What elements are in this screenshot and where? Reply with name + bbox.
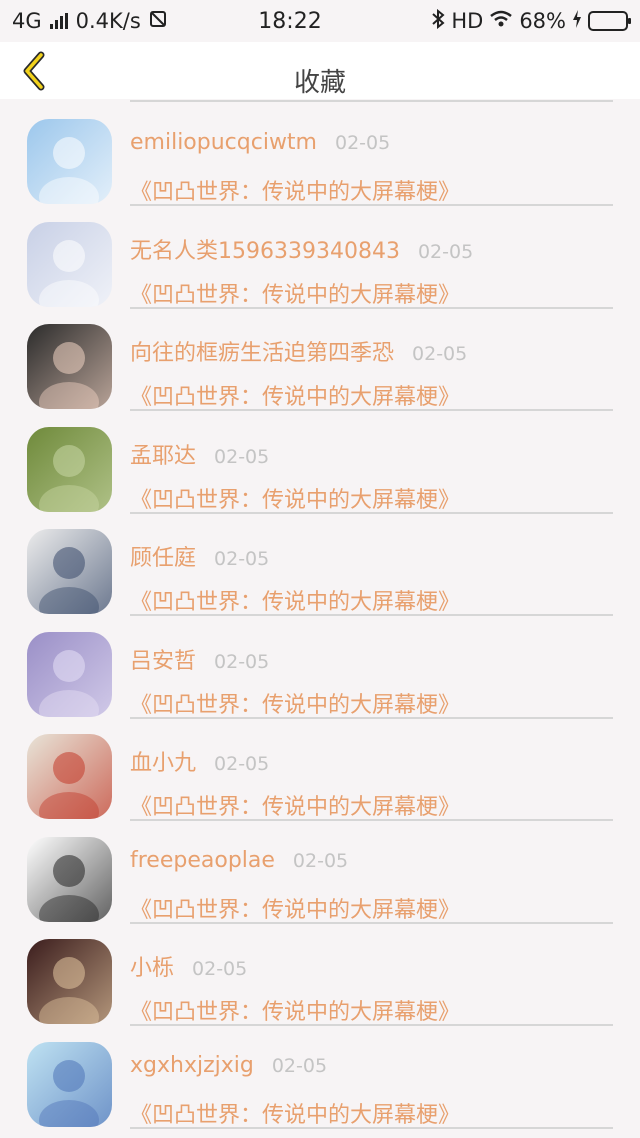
battery-icon [588, 11, 631, 31]
post-title[interactable]: 《凹凸世界：传说中的大屏幕梗》 [130, 687, 460, 719]
date: 02-05 [192, 958, 248, 980]
divider [130, 511, 613, 514]
avatar[interactable] [27, 529, 112, 614]
post-title[interactable]: 《凹凸世界：传说中的大屏幕梗》 [130, 174, 460, 206]
avatar[interactable] [27, 426, 112, 512]
favorites-list: 《凹凸世界：传说中的大屏幕梗》 emiliopucqciwtm 02-05 《凹… [0, 12, 640, 1138]
divider [130, 819, 613, 821]
bluetooth-icon [431, 8, 445, 34]
date: 02-05 [417, 240, 474, 263]
back-button[interactable] [14, 50, 54, 92]
post-title[interactable]: 《凹凸世界：传说中的大屏幕梗》 [130, 892, 460, 924]
avatar[interactable] [27, 221, 112, 307]
username: freepeaoplae [130, 847, 275, 873]
divider [130, 1024, 613, 1026]
post-title[interactable]: 《凹凸世界：传说中的大屏幕梗》 [130, 584, 460, 616]
avatar[interactable] [27, 939, 112, 1024]
date: 02-05 [214, 650, 270, 673]
post-title[interactable]: 《凹凸世界：传说中的大屏幕梗》 [130, 789, 460, 821]
username: 孟耶达 [130, 443, 197, 469]
post-title[interactable]: 《凹凸世界：传说中的大屏幕梗》 [130, 482, 460, 514]
signal-icon [49, 13, 68, 29]
avatar[interactable] [27, 1041, 112, 1127]
list-item[interactable]: freepeaoplae 02-05 《凹凸世界：传说中的大屏幕梗》 [0, 830, 640, 933]
divider [130, 306, 613, 309]
no-sim-icon [149, 9, 167, 33]
list-item[interactable]: xgxhxjzjxig 02-05 《凹凸世界：传说中的大屏幕梗》 [0, 1035, 640, 1138]
avatar[interactable] [27, 631, 112, 717]
post-title[interactable]: 《凹凸世界：传说中的大屏幕梗》 [130, 1097, 460, 1129]
date: 02-05 [214, 548, 270, 570]
avatar[interactable] [27, 324, 112, 409]
list-item[interactable]: 无名人类1596339340843 02-05 《凹凸世界：传说中的大屏幕梗》 [0, 215, 640, 318]
post-title[interactable]: 《凹凸世界：传说中的大屏幕梗》 [130, 379, 460, 411]
divider [130, 716, 613, 719]
page-title: 收藏 [293, 68, 346, 98]
username: 无名人类1596339340843 [130, 238, 400, 264]
list-item[interactable]: 吕安哲 02-05 《凹凸世界：传说中的大屏幕梗》 [0, 625, 640, 728]
hd-label: HD [451, 9, 484, 33]
divider [130, 204, 613, 206]
wifi-icon [489, 9, 513, 33]
clock: 18:22 [258, 8, 322, 34]
username: 小栎 [130, 956, 175, 981]
username: 吕安哲 [130, 648, 197, 674]
charging-icon [572, 9, 582, 33]
divider [130, 614, 613, 616]
username: 向往的框疬生活迫第四季恐 [130, 341, 395, 366]
network-speed: 0.4K/s [75, 9, 141, 33]
divider [130, 921, 613, 924]
date: 02-05 [214, 753, 270, 775]
date: 02-05 [412, 343, 468, 365]
divider [130, 1126, 613, 1129]
list-item[interactable]: emiliopucqciwtm 02-05 《凹凸世界：传说中的大屏幕梗》 [0, 112, 640, 215]
date: 02-05 [271, 1054, 328, 1077]
post-title[interactable]: 《凹凸世界：传说中的大屏幕梗》 [130, 277, 460, 309]
status-bar: 4G 0.4K/s 18:22 HD 68% [0, 0, 640, 42]
date: 02-05 [214, 445, 270, 468]
username: 顾任庭 [130, 546, 197, 571]
username: emiliopucqciwtm [130, 130, 317, 155]
list-item[interactable]: 小栎 02-05 《凹凸世界：传说中的大屏幕梗》 [0, 932, 640, 1035]
list-item[interactable]: 顾任庭 02-05 《凹凸世界：传说中的大屏幕梗》 [0, 522, 640, 625]
date: 02-05 [292, 849, 349, 872]
username: 血小九 [130, 751, 197, 776]
chevron-left-icon [23, 51, 45, 91]
nav-bar: 收藏 [0, 42, 640, 99]
network-label: 4G [12, 9, 42, 33]
divider [130, 100, 613, 102]
list-item[interactable]: 孟耶达 02-05 《凹凸世界：传说中的大屏幕梗》 [0, 420, 640, 523]
avatar[interactable] [27, 836, 112, 922]
date: 02-05 [335, 132, 391, 154]
battery-percent: 68% [519, 9, 566, 33]
list-item[interactable]: 血小九 02-05 《凹凸世界：传说中的大屏幕梗》 [0, 727, 640, 830]
divider [130, 409, 613, 411]
avatar[interactable] [27, 734, 112, 819]
avatar[interactable] [27, 119, 112, 204]
list-item[interactable]: 向往的框疬生活迫第四季恐 02-05 《凹凸世界：传说中的大屏幕梗》 [0, 317, 640, 420]
post-title[interactable]: 《凹凸世界：传说中的大屏幕梗》 [130, 994, 460, 1026]
username: xgxhxjzjxig [130, 1052, 254, 1078]
